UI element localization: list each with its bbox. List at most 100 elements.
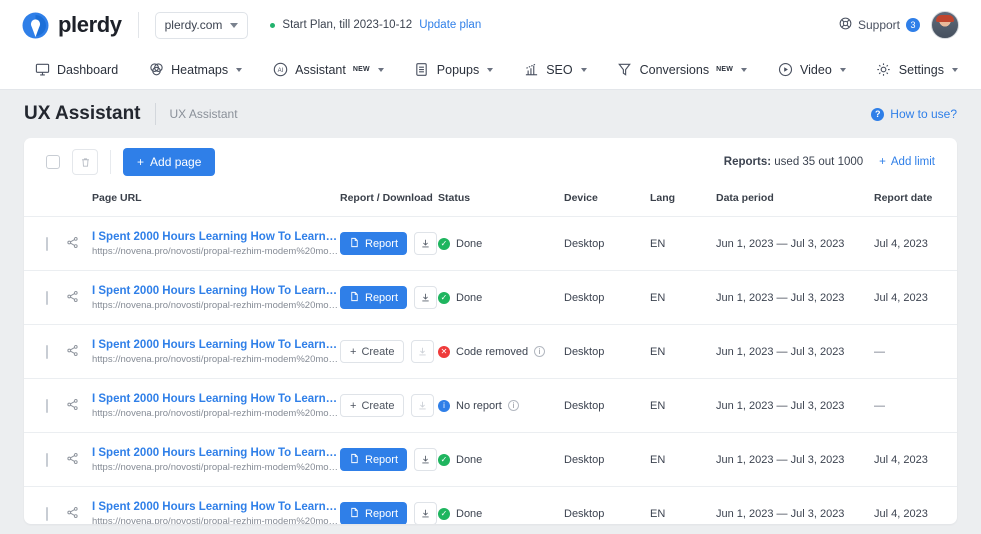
circles-icon (148, 62, 164, 78)
create-button[interactable]: +Create (340, 394, 404, 417)
plus-icon: + (350, 346, 356, 358)
cell-lang: EN (650, 217, 716, 271)
cell-checkbox (24, 217, 66, 271)
nav-item-conversions[interactable]: Conversions NEW (605, 56, 759, 84)
status-label: No report (456, 400, 502, 412)
update-plan-link[interactable]: Update plan (419, 19, 481, 31)
row-checkbox[interactable] (46, 345, 48, 359)
cell-checkbox (24, 271, 66, 325)
page-title-link[interactable]: I Spent 2000 Hours Learning How To Learn… (92, 231, 340, 243)
brand-name: plerdy (58, 12, 122, 38)
status-dot-icon: ✕ (438, 346, 450, 358)
table-row[interactable]: I Spent 2000 Hours Learning How To Learn… (24, 379, 957, 433)
status-label: Code removed (456, 346, 528, 358)
table-row[interactable]: I Spent 2000 Hours Learning How To Learn… (24, 271, 957, 325)
create-button[interactable]: + Create (340, 340, 404, 363)
row-checkbox[interactable] (46, 507, 48, 521)
cell-device: Desktop (564, 433, 650, 487)
cell-data-period: Jun 1, 2023 — Jul 3, 2023 (716, 217, 874, 271)
question-circle-icon: ? (871, 108, 884, 121)
row-checkbox[interactable] (46, 237, 48, 251)
row-checkbox[interactable] (46, 453, 48, 467)
cell-checkbox (24, 487, 66, 525)
cell-data-period: Jun 1, 2023 — Jul 3, 2023 (716, 271, 874, 325)
support-label: Support (858, 18, 900, 32)
page-title-link[interactable]: I Spent 2000 Hours Learning How To Learn… (92, 447, 340, 459)
create-button-label: Create (361, 346, 394, 358)
cell-checkbox (24, 325, 66, 379)
chevron-down-icon (741, 68, 747, 72)
page-title-link[interactable]: I Spent 2000 Hours Learning How To Learn… (92, 501, 340, 513)
status-badge: ✓Done (438, 508, 564, 520)
status-badge: ✕ Code removed i (438, 346, 564, 358)
report-button-label: Report (365, 292, 398, 304)
status-label: Done (456, 508, 482, 520)
page-url-text: https://novena.pro/novosti/propal-rezhim… (92, 354, 340, 365)
nav-item-heatmaps[interactable]: Heatmaps (136, 56, 254, 84)
report-button-label: Report (365, 454, 398, 466)
report-button-label: Report (365, 238, 398, 250)
status-label: Done (456, 238, 482, 250)
status-label: Done (456, 292, 482, 304)
divider (138, 12, 139, 38)
cell-page-url: I Spent 2000 Hours Learning How To Learn… (92, 379, 340, 433)
th-lang: Lang (650, 186, 716, 217)
site-selector[interactable]: plerdy.com (155, 12, 249, 39)
nav-item-seo[interactable]: SEO (511, 56, 598, 84)
delete-selected-button[interactable] (72, 149, 98, 175)
download-button[interactable] (414, 448, 437, 471)
table-row[interactable]: I Spent 2000 Hours Learning How To Learn… (24, 487, 957, 525)
cell-page-url: I Spent 2000 Hours Learning How To Learn… (92, 325, 340, 379)
download-button[interactable] (414, 286, 437, 309)
nav-item-dashboard[interactable]: Dashboard (22, 56, 130, 84)
nav-label: Dashboard (57, 63, 118, 77)
download-button (411, 340, 434, 363)
cell-share (66, 487, 92, 525)
page-title-link[interactable]: I Spent 2000 Hours Learning How To Learn… (92, 339, 340, 351)
reports-card: + Add page Reports: used 35 out 1000 + A… (24, 138, 957, 524)
nav-item-settings[interactable]: Settings (864, 56, 970, 84)
support-button[interactable]: Support 3 (839, 17, 920, 33)
document-lines-icon (414, 62, 430, 78)
avatar[interactable] (931, 11, 959, 39)
add-limit-button[interactable]: + Add limit (879, 156, 935, 168)
row-checkbox[interactable] (46, 291, 48, 305)
page-title-link[interactable]: I Spent 2000 Hours Learning How To Learn… (92, 285, 340, 297)
download-button[interactable] (414, 232, 437, 255)
share-icon[interactable] (66, 452, 92, 468)
cell-lang: EN (650, 325, 716, 379)
report-button[interactable]: Report (340, 286, 407, 309)
table-header-row: Page URL Report / Download Status Device… (24, 186, 957, 217)
nav-item-popups[interactable]: Popups (402, 56, 505, 84)
page-title-link[interactable]: I Spent 2000 Hours Learning How To Learn… (92, 393, 340, 405)
status-info-icon[interactable]: i (534, 346, 545, 357)
cell-lang: EN (650, 271, 716, 325)
add-page-button[interactable]: + Add page (123, 148, 215, 176)
status-info-icon[interactable]: i (508, 400, 519, 411)
table-row[interactable]: I Spent 2000 Hours Learning How To Learn… (24, 433, 957, 487)
download-button[interactable] (414, 502, 437, 524)
how-to-use-link[interactable]: ? How to use? (871, 107, 957, 121)
cell-status: ✓Done (438, 217, 564, 271)
th-share (66, 186, 92, 217)
report-button[interactable]: Report (340, 502, 407, 524)
share-icon[interactable] (66, 344, 92, 360)
cell-status: ✕ Code removed i (438, 325, 564, 379)
nav-item-assistant[interactable]: AI Assistant NEW (260, 56, 396, 84)
svg-text:AI: AI (277, 68, 283, 74)
plerdy-logo-icon (22, 12, 49, 39)
breadcrumb: UX Assistant (170, 107, 238, 121)
share-icon[interactable] (66, 290, 92, 306)
cell-device: Desktop (564, 271, 650, 325)
nav-item-video[interactable]: Video (765, 56, 858, 84)
report-button[interactable]: Report (340, 448, 407, 471)
row-checkbox[interactable] (46, 399, 48, 413)
share-icon[interactable] (66, 236, 92, 252)
select-all-checkbox[interactable] (46, 155, 60, 169)
table-row[interactable]: I Spent 2000 Hours Learning How To Learn… (24, 217, 957, 271)
brand-logo[interactable]: plerdy (22, 12, 122, 39)
share-icon[interactable] (66, 398, 92, 414)
share-icon[interactable] (66, 506, 92, 522)
report-button[interactable]: Report (340, 232, 407, 255)
table-row[interactable]: I Spent 2000 Hours Learning How To Learn… (24, 325, 957, 379)
